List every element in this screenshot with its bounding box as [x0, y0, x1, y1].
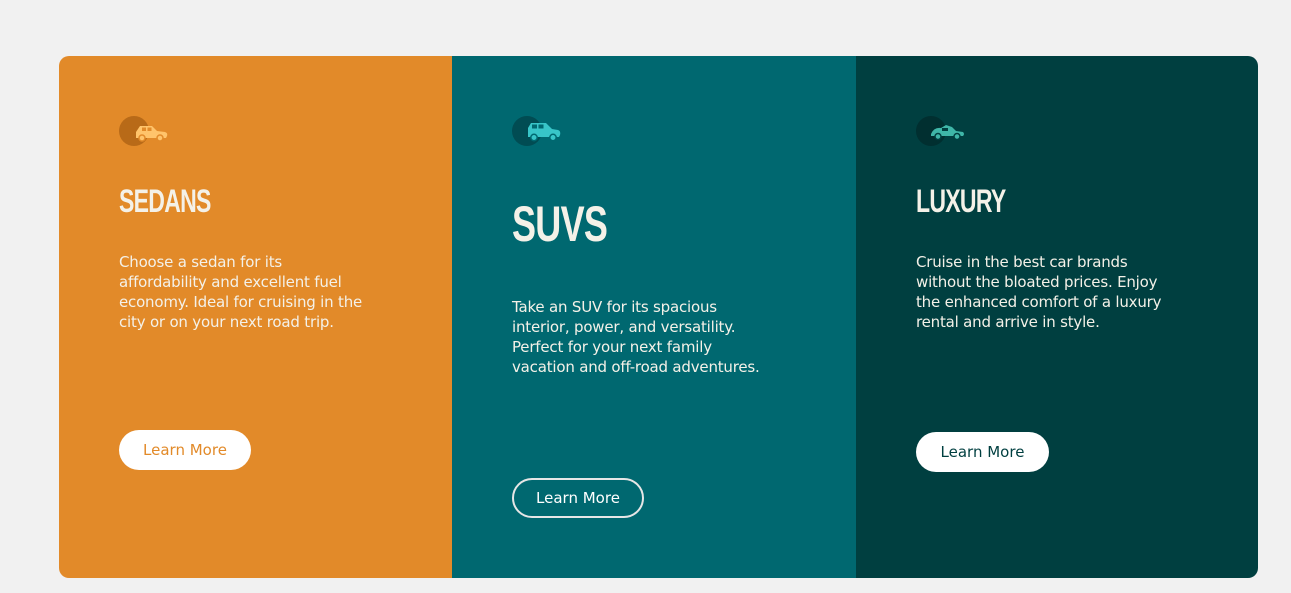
learn-more-button[interactable]: Learn More [512, 478, 644, 518]
sedan-car-icon [119, 116, 169, 146]
card-description-line: without the bloated prices. Enjoy [916, 273, 1158, 291]
card-title: SUVS [512, 196, 608, 252]
card-suvs: SUVS Take an SUV for its spacious interi… [452, 56, 856, 578]
card-description-line: Perfect for your next family [512, 338, 712, 356]
card-description: Cruise in the best car brands without th… [916, 252, 1161, 332]
card-description-line: economy. Ideal for cruising in the [119, 293, 363, 311]
card-description-line: Choose a sedan for its [119, 253, 282, 271]
card-description: Take an SUV for its spacious interior, p… [512, 297, 760, 377]
card-luxury: LUXURY Cruise in the best car brands wit… [856, 56, 1258, 578]
card-description-line: affordability and excellent fuel [119, 273, 342, 291]
card-description: Choose a sedan for its affordability and… [119, 252, 362, 332]
card-description-line: interior, power, and versatility. [512, 318, 736, 336]
card-description-line: the enhanced comfort of a luxury [916, 293, 1162, 311]
suv-car-icon [512, 116, 562, 146]
card-description-line: Take an SUV for its spacious [512, 298, 717, 316]
learn-more-button[interactable]: Learn More [916, 432, 1049, 472]
card-description-line: city or on your next road trip. [119, 313, 334, 331]
luxury-car-icon [916, 116, 966, 146]
card-description-line: rental and arrive in style. [916, 313, 1100, 331]
card-title: SEDANS [119, 183, 211, 219]
card-title: LUXURY [916, 183, 1006, 219]
card-sedans: SEDANS Choose a sedan for its affordabil… [59, 56, 452, 578]
learn-more-button[interactable]: Learn More [119, 430, 251, 470]
card-description-line: Cruise in the best car brands [916, 253, 1128, 271]
card-description-line: vacation and off-road adventures. [512, 358, 760, 376]
car-category-cards: SEDANS Choose a sedan for its affordabil… [59, 56, 1258, 578]
